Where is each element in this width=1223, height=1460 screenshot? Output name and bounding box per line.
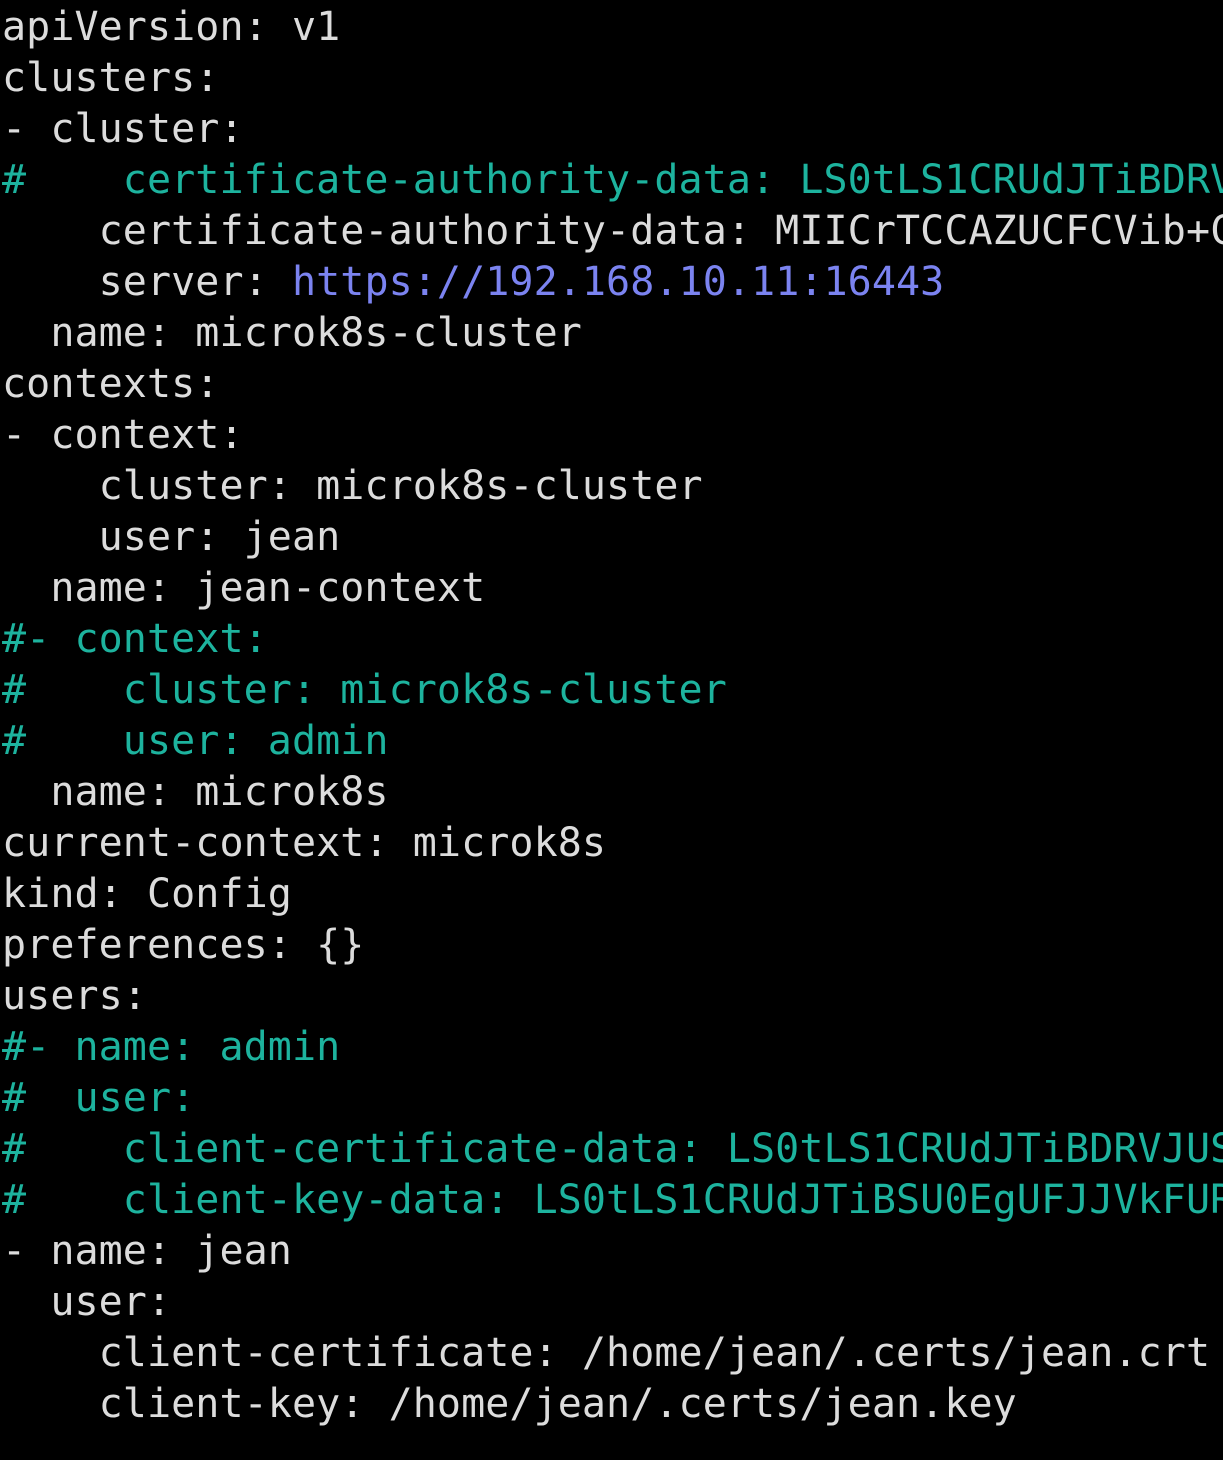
- code-text: name: microk8s: [2, 769, 389, 815]
- comment-text: # client-key-data: LS0tLS1CRUdJTiBSU0EgU…: [2, 1177, 1223, 1223]
- code-line: # client-key-data: LS0tLS1CRUdJTiBSU0EgU…: [2, 1173, 1223, 1224]
- code-line: name: microk8s-cluster: [2, 306, 1223, 357]
- code-line: user: jean: [2, 510, 1223, 561]
- code-line: server: https://192.168.10.11:16443: [2, 255, 1223, 306]
- code-text: cluster: microk8s-cluster: [2, 463, 703, 509]
- code-line: apiVersion: v1: [2, 0, 1223, 51]
- code-line: # cluster: microk8s-cluster: [2, 663, 1223, 714]
- code-text: user:: [2, 1279, 172, 1325]
- code-text: server:: [2, 259, 292, 305]
- code-line: - name: jean: [2, 1224, 1223, 1275]
- code-line: - context:: [2, 408, 1223, 459]
- code-text: - cluster:: [2, 106, 244, 152]
- code-text: preferences: {}: [2, 922, 365, 968]
- code-line: #- name: admin: [2, 1020, 1223, 1071]
- server-url: https://192.168.10.11:16443: [291, 259, 945, 305]
- code-text: client-key: /home/jean/.certs/jean.key: [2, 1381, 1017, 1427]
- comment-text: # cluster: microk8s-cluster: [2, 667, 727, 713]
- code-text: clusters:: [2, 55, 220, 101]
- code-line: client-certificate: /home/jean/.certs/je…: [2, 1326, 1223, 1377]
- terminal-output: apiVersion: v1 clusters: - cluster: # certi…: [2, 0, 1223, 1460]
- code-line: current-context: microk8s: [2, 816, 1223, 867]
- code-text: contexts:: [2, 361, 220, 407]
- comment-text: #- context:: [2, 616, 268, 662]
- code-line: user:: [2, 1275, 1223, 1326]
- code-line: client-key: /home/jean/.certs/jean.key: [2, 1377, 1223, 1428]
- code-line: - cluster:: [2, 102, 1223, 153]
- code-text: users:: [2, 973, 147, 1019]
- code-line: #- context:: [2, 612, 1223, 663]
- code-line: users:: [2, 969, 1223, 1020]
- code-line: name: jean-context: [2, 561, 1223, 612]
- code-line: kind: Config: [2, 867, 1223, 918]
- code-line: contexts:: [2, 357, 1223, 408]
- code-text: apiVersion: v1: [2, 4, 341, 50]
- comment-text: # client-certificate-data: LS0tLS1CRUdJT…: [2, 1126, 1223, 1172]
- code-line: clusters:: [2, 51, 1223, 102]
- code-text: current-context: microk8s: [2, 820, 607, 866]
- code-line: name: microk8s: [2, 765, 1223, 816]
- code-line: certificate-authority-data: MIICrTCCAZUC…: [2, 204, 1223, 255]
- comment-text: # user:: [2, 1075, 196, 1121]
- code-text: certificate-authority-data: MIICrTCCAZUC…: [2, 208, 1223, 254]
- code-line: cluster: microk8s-cluster: [2, 459, 1223, 510]
- comment-text: # user: admin: [2, 718, 389, 764]
- code-line: preferences: {}: [2, 918, 1223, 969]
- code-text: name: jean-context: [2, 565, 486, 611]
- code-text: client-certificate: /home/jean/.certs/je…: [2, 1330, 1211, 1376]
- code-text: name: microk8s-cluster: [2, 310, 582, 356]
- code-line: # user:: [2, 1071, 1223, 1122]
- code-text: - name: jean: [2, 1228, 292, 1274]
- code-text: user: jean: [2, 514, 341, 560]
- code-line: # client-certificate-data: LS0tLS1CRUdJT…: [2, 1122, 1223, 1173]
- code-line: # certificate-authority-data: LS0tLS1CRU…: [2, 153, 1223, 204]
- code-text: - context:: [2, 412, 244, 458]
- code-line: # user: admin: [2, 714, 1223, 765]
- comment-text: #- name: admin: [2, 1024, 341, 1070]
- code-text: kind: Config: [2, 871, 292, 917]
- comment-text: # certificate-authority-data: LS0tLS1CRU…: [2, 157, 1223, 203]
